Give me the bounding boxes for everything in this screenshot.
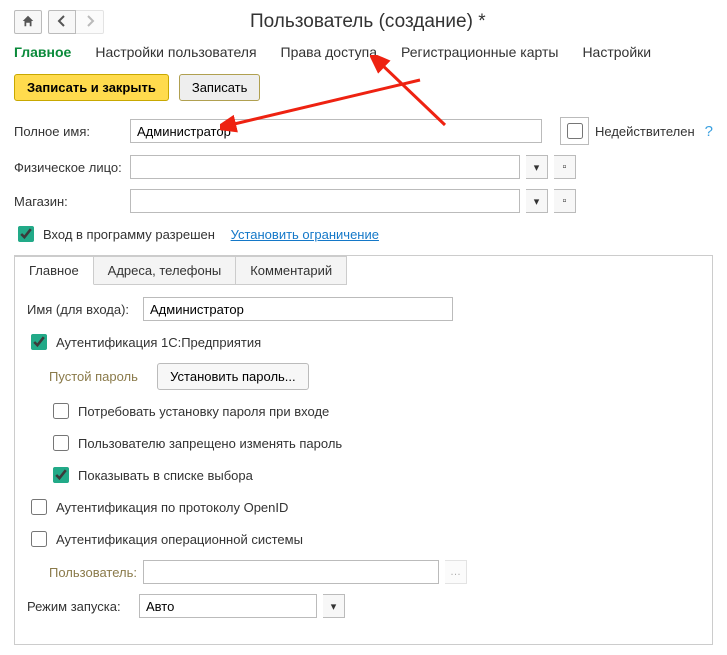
- empty-password-label: Пустой пароль: [49, 369, 138, 384]
- auth-os-checkbox[interactable]: [31, 531, 47, 547]
- home-icon: [21, 14, 35, 31]
- set-password-button[interactable]: Установить пароль...: [157, 363, 308, 390]
- auth-1c-checkbox[interactable]: [31, 334, 47, 350]
- inner-tab-main[interactable]: Главное: [15, 256, 94, 285]
- show-in-list-checkbox[interactable]: [53, 467, 69, 483]
- forbid-pw-change-label: Пользователю запрещено изменять пароль: [78, 436, 342, 451]
- store-label: Магазин:: [14, 194, 124, 209]
- show-in-list-label: Показывать в списке выбора: [78, 468, 253, 483]
- save-button[interactable]: Записать: [179, 74, 261, 101]
- main-panel: Главное Адреса, телефоны Комментарий Имя…: [14, 255, 713, 645]
- page-title: Пользователь (создание) *: [250, 11, 486, 33]
- home-button[interactable]: [14, 10, 42, 34]
- person-open-button[interactable]: ▫: [554, 155, 576, 179]
- tab-main[interactable]: Главное: [14, 44, 71, 60]
- invalid-label: Недействителен: [595, 124, 695, 139]
- help-icon[interactable]: ?: [705, 123, 713, 140]
- full-name-label: Полное имя:: [14, 124, 124, 139]
- auth-os-label: Аутентификация операционной системы: [56, 532, 303, 547]
- run-mode-dropdown-button[interactable]: ▾: [323, 594, 345, 618]
- full-name-input[interactable]: [130, 119, 542, 143]
- login-name-label: Имя (для входа):: [27, 302, 137, 317]
- top-tabs: Главное Настройки пользователя Права дос…: [14, 44, 713, 60]
- arrow-left-icon: [56, 15, 68, 30]
- tab-settings[interactable]: Настройки: [582, 44, 651, 60]
- chevron-down-icon: ▾: [534, 161, 540, 174]
- login-name-input[interactable]: [143, 297, 453, 321]
- require-pw-change-checkbox[interactable]: [53, 403, 69, 419]
- store-dropdown-button[interactable]: ▾: [526, 189, 548, 213]
- person-dropdown-button[interactable]: ▾: [526, 155, 548, 179]
- os-user-label: Пользователь:: [49, 565, 137, 580]
- os-user-input: [143, 560, 439, 584]
- tab-reg-cards[interactable]: Регистрационные карты: [401, 44, 558, 60]
- os-user-picker-button: …: [445, 560, 467, 584]
- back-button[interactable]: [48, 10, 76, 34]
- set-restriction-link[interactable]: Установить ограничение: [231, 227, 379, 242]
- require-pw-change-label: Потребовать установку пароля при входе: [78, 404, 329, 419]
- save-and-close-button[interactable]: Записать и закрыть: [14, 74, 169, 101]
- store-input[interactable]: [130, 189, 520, 213]
- chevron-down-icon: ▾: [331, 600, 337, 613]
- forward-button: [76, 10, 104, 34]
- auth-openid-label: Аутентификация по протоколу OpenID: [56, 500, 288, 515]
- login-allowed-checkbox[interactable]: [18, 226, 34, 242]
- tab-user-settings[interactable]: Настройки пользователя: [95, 44, 256, 60]
- person-label: Физическое лицо:: [14, 160, 124, 175]
- forbid-pw-change-checkbox[interactable]: [53, 435, 69, 451]
- open-icon: ▫: [563, 161, 567, 173]
- ellipsis-icon: …: [450, 566, 461, 578]
- store-open-button[interactable]: ▫: [554, 189, 576, 213]
- person-input[interactable]: [130, 155, 520, 179]
- login-allowed-label: Вход в программу разрешен: [43, 227, 215, 242]
- chevron-down-icon: ▾: [534, 195, 540, 208]
- inner-tab-addresses[interactable]: Адреса, телефоны: [94, 256, 237, 285]
- run-mode-select[interactable]: [139, 594, 317, 618]
- tab-access-rights[interactable]: Права доступа: [281, 44, 377, 60]
- auth-openid-checkbox[interactable]: [31, 499, 47, 515]
- arrow-right-icon: [84, 15, 96, 30]
- open-icon: ▫: [563, 195, 567, 207]
- auth-1c-label: Аутентификация 1С:Предприятия: [56, 335, 261, 350]
- run-mode-label: Режим запуска:: [27, 599, 133, 614]
- inner-tab-comment[interactable]: Комментарий: [236, 256, 347, 285]
- invalid-checkbox[interactable]: [567, 123, 583, 139]
